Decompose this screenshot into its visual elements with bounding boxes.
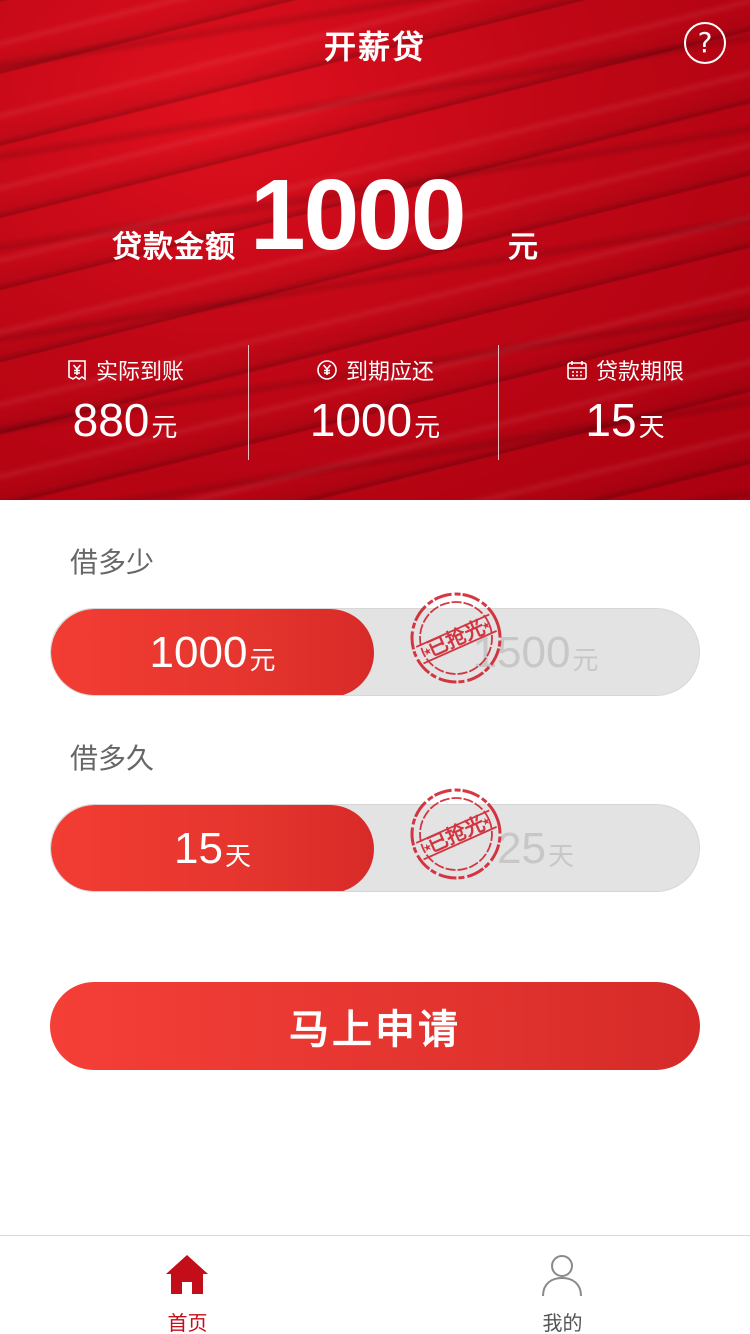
stamp-text: 已抢光 — [424, 811, 489, 857]
loan-stats: 实际到账 880元 到期应还 1000元 贷款期限 15天 — [0, 345, 750, 460]
stat-label: 实际到账 — [95, 360, 184, 385]
divider — [498, 345, 499, 460]
option-unit: 元 — [249, 645, 276, 676]
apply-now-button[interactable]: 马上申请 — [50, 982, 700, 1070]
tab-label: 我的 — [542, 1311, 583, 1334]
stat-value: 1000 — [309, 394, 413, 446]
loan-amount-unit: 元 — [508, 230, 538, 265]
stat-actual-received: 实际到账 880元 — [0, 345, 250, 460]
option-unit: 天 — [547, 841, 574, 872]
option-value: 25 — [497, 824, 546, 873]
stat-unit: 天 — [638, 413, 665, 443]
stamp-text: 已抢光 — [424, 615, 489, 661]
tab-label: 首页 — [167, 1311, 208, 1334]
user-icon — [542, 1255, 582, 1297]
term-selector-label: 借多久 — [70, 742, 155, 775]
yen-receipt-icon — [68, 360, 86, 381]
option-unit: 天 — [224, 841, 251, 872]
option-unit: 元 — [572, 645, 599, 676]
sold-out-stamp: ★ ★ 已抢光 — [410, 592, 502, 684]
term-option-selected[interactable]: 15 天 — [51, 805, 374, 891]
term-selector: 15 天 25 天 — [50, 804, 700, 892]
stat-due-repayment: 到期应还 1000元 — [250, 345, 500, 460]
sold-out-stamp: ★ ★ 已抢光 — [410, 788, 502, 880]
option-value: 1000 — [149, 628, 248, 677]
amount-selector-label: 借多少 — [70, 546, 155, 579]
loan-amount-value: 1000 — [250, 159, 466, 271]
loan-amount-label: 贷款金额 — [112, 230, 236, 265]
page-title: 开薪贷 — [323, 28, 426, 66]
tab-home[interactable]: 首页 — [0, 1236, 375, 1334]
stat-label: 贷款期限 — [595, 360, 684, 385]
stat-value: 15 — [585, 394, 637, 446]
hero-banner: 开薪贷 ? 贷款金额 1000 元 实际到账 880元 到期应还 1000元 贷… — [0, 0, 750, 500]
stat-unit: 元 — [151, 413, 178, 443]
amount-option-selected[interactable]: 1000 元 — [51, 609, 374, 695]
amount-selector: 1000 元 1500 元 — [50, 608, 700, 696]
home-icon — [166, 1255, 208, 1294]
tab-mine[interactable]: 我的 — [375, 1236, 750, 1334]
stat-loan-term: 贷款期限 15天 — [500, 345, 750, 460]
stat-value: 880 — [72, 394, 150, 446]
yen-circle-icon — [317, 360, 337, 380]
help-button[interactable]: ? — [684, 22, 726, 64]
divider — [248, 345, 249, 460]
option-value: 15 — [174, 824, 223, 873]
stat-unit: 元 — [414, 413, 441, 443]
bottom-tab-bar: 首页 我的 — [0, 1235, 750, 1334]
calendar-icon — [567, 361, 587, 380]
stat-label: 到期应还 — [345, 360, 434, 385]
